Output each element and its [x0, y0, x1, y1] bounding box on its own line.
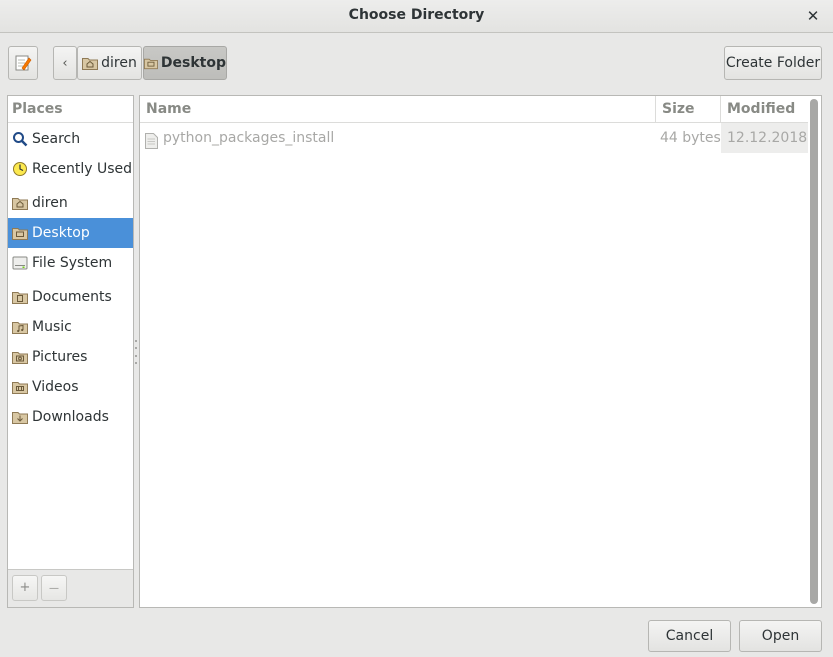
column-header-modified[interactable]: Modified — [721, 96, 808, 140]
open-label: Open — [761, 628, 800, 644]
sidebar-item-label: Recently Used — [32, 161, 133, 177]
sidebar-item-label: diren — [32, 195, 68, 211]
sidebar-item-downloads[interactable]: Downloads — [8, 402, 133, 432]
title-bar: Choose Directory ✕ — [0, 0, 833, 33]
pictures-folder-icon — [11, 349, 28, 365]
sidebar-item-diren[interactable]: diren — [8, 188, 133, 218]
music-folder-icon — [11, 319, 28, 335]
path-button-diren[interactable]: diren — [77, 46, 142, 80]
search-icon — [11, 131, 28, 147]
sidebar-item-recently-used[interactable]: Recently Used — [8, 154, 133, 184]
column-header-name[interactable]: Name — [140, 96, 656, 123]
column-size-label: Size — [662, 101, 695, 117]
sidebar-item-search[interactable]: Search — [8, 124, 133, 154]
sidebar-item-videos[interactable]: Videos — [8, 372, 133, 402]
text-file-icon — [145, 130, 158, 149]
file-list: Name Size Modified python_packages_insta… — [139, 95, 822, 608]
sidebar-item-desktop[interactable]: Desktop — [8, 218, 133, 248]
cancel-button[interactable]: Cancel — [648, 620, 731, 652]
places-header: Places — [8, 96, 133, 123]
sidebar-item-pictures[interactable]: Pictures — [8, 342, 133, 372]
table-row[interactable]: python_packages_install 44 bytes 12.12.2… — [140, 123, 808, 153]
sidebar-item-label: Pictures — [32, 349, 88, 365]
path-button-desktop[interactable]: Desktop — [143, 46, 227, 80]
downloads-folder-icon — [11, 409, 28, 425]
sidebar-item-music[interactable]: Music — [8, 312, 133, 342]
edit-location-button[interactable] — [8, 46, 38, 80]
create-folder-label: Create Folder — [725, 55, 821, 71]
back-button[interactable]: ‹ — [53, 46, 77, 80]
sidebar-item-label: Music — [32, 319, 72, 335]
add-bookmark-label: + — [19, 580, 31, 595]
pane-splitter[interactable] — [134, 340, 138, 364]
column-header-size[interactable]: Size — [656, 96, 721, 123]
remove-bookmark-button[interactable]: — — [41, 575, 67, 601]
sidebar-item-label: File System — [32, 255, 113, 271]
sidebar-item-documents[interactable]: Documents — [8, 282, 133, 312]
window-title: Choose Directory — [348, 7, 485, 23]
sidebar-item-label: Downloads — [32, 409, 109, 425]
open-button[interactable]: Open — [739, 620, 822, 652]
file-size: 44 bytes — [660, 130, 721, 146]
sidebar-item-label: Documents — [32, 289, 112, 305]
cancel-label: Cancel — [665, 628, 714, 644]
home-folder-icon — [11, 195, 28, 211]
column-name-label: Name — [146, 101, 192, 117]
sidebar-item-file-system[interactable]: File System — [8, 248, 133, 278]
drive-icon — [11, 255, 28, 271]
column-modified-label: Modified — [727, 101, 796, 117]
sidebar-footer: + — — [8, 569, 133, 607]
desktop-folder-icon — [144, 58, 158, 69]
close-icon[interactable]: ✕ — [803, 6, 823, 26]
chevron-left-icon: ‹ — [62, 55, 68, 71]
add-bookmark-button[interactable]: + — [12, 575, 38, 601]
videos-folder-icon — [11, 379, 28, 395]
pencil-note-icon — [15, 55, 32, 71]
vertical-scrollbar[interactable] — [810, 99, 818, 604]
remove-bookmark-label: — — [49, 583, 59, 594]
home-folder-icon — [82, 57, 99, 70]
desktop-folder-icon — [11, 225, 28, 241]
sidebar-item-label: Videos — [32, 379, 79, 395]
file-name: python_packages_install — [163, 130, 335, 146]
documents-folder-icon — [11, 289, 28, 305]
sidebar-item-label: Desktop — [32, 225, 90, 241]
path-label-diren: diren — [101, 55, 137, 71]
places-sidebar: Places Search Recently Used diren Deskto… — [7, 95, 134, 608]
sidebar-item-label: Search — [32, 131, 81, 147]
path-label-desktop: Desktop — [160, 55, 226, 71]
file-modified: 12.12.2018 — [721, 123, 808, 153]
clock-icon — [11, 161, 28, 177]
create-folder-button[interactable]: Create Folder — [724, 46, 822, 80]
